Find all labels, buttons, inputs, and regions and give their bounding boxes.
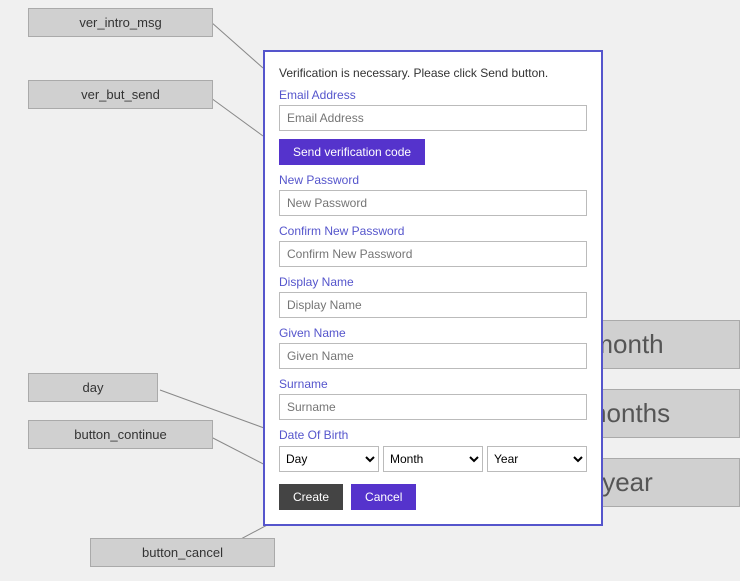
button-cancel-label: button_cancel (90, 538, 275, 567)
surname-input[interactable] (279, 394, 587, 420)
given-name-label: Given Name (279, 326, 587, 340)
year-select[interactable]: Year (487, 446, 587, 472)
action-row: Create Cancel (279, 484, 587, 510)
new-password-label: New Password (279, 173, 587, 187)
dob-row: Day Month Year (279, 446, 587, 472)
month-select[interactable]: Month (383, 446, 483, 472)
day-select[interactable]: Day (279, 446, 379, 472)
surname-label: Surname (279, 377, 587, 391)
new-password-input[interactable] (279, 190, 587, 216)
confirm-password-input[interactable] (279, 241, 587, 267)
dob-label: Date Of Birth (279, 428, 587, 442)
registration-form: Verification is necessary. Please click … (263, 50, 603, 526)
button-continue-label: button_continue (28, 420, 213, 449)
display-name-label: Display Name (279, 275, 587, 289)
email-input[interactable] (279, 105, 587, 131)
ver-but-send-label: ver_but_send (28, 80, 213, 109)
create-button[interactable]: Create (279, 484, 343, 510)
confirm-password-label: Confirm New Password (279, 224, 587, 238)
day-label: day (28, 373, 158, 402)
given-name-input[interactable] (279, 343, 587, 369)
ver-intro-msg-label: ver_intro_msg (28, 8, 213, 37)
send-verification-button[interactable]: Send verification code (279, 139, 425, 165)
cancel-button[interactable]: Cancel (351, 484, 416, 510)
intro-text: Verification is necessary. Please click … (279, 66, 587, 80)
email-label: Email Address (279, 88, 587, 102)
display-name-input[interactable] (279, 292, 587, 318)
